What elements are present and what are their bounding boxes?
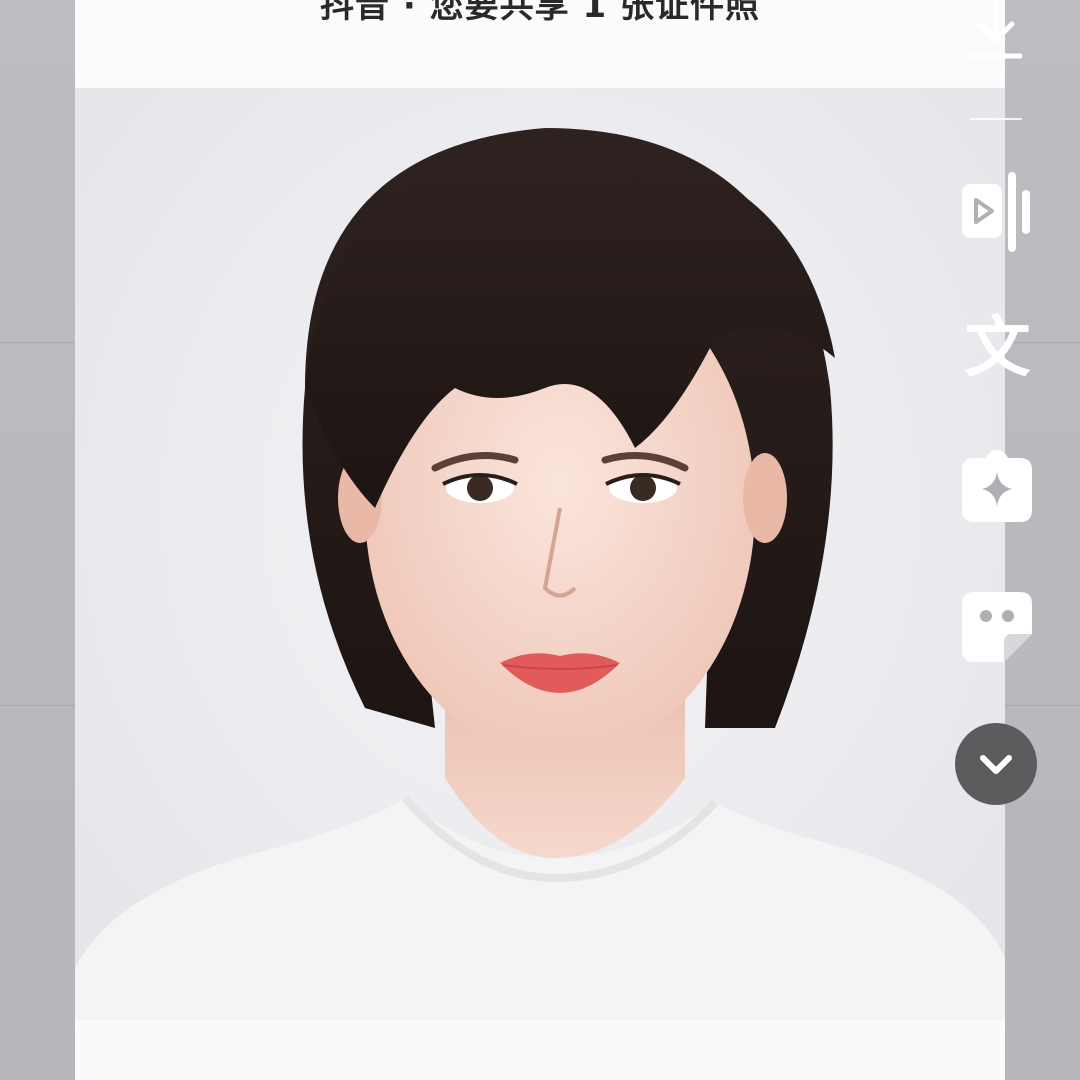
divider <box>1005 705 1080 706</box>
right-background-panel <box>1005 0 1080 1080</box>
sticker-icon[interactable] <box>960 590 1034 664</box>
sparkle-icon[interactable] <box>958 450 1036 524</box>
divider <box>0 705 75 706</box>
scroll-down-button[interactable] <box>955 723 1037 805</box>
divider <box>0 342 75 343</box>
id-photo[interactable] <box>75 88 1005 1020</box>
shared-photo-card: 抖音 · 您要共享 1 张证件照 <box>75 0 1005 1080</box>
card-footer <box>75 1020 1005 1080</box>
card-header: 抖音 · 您要共享 1 张证件照 <box>75 0 1005 88</box>
translate-icon[interactable]: 文 <box>960 308 1035 388</box>
left-background-panel <box>0 0 75 1080</box>
portrait-illustration <box>75 128 1005 1020</box>
chevron-down-icon <box>980 755 1012 774</box>
page-title: 抖音 · 您要共享 1 张证件照 <box>320 0 760 26</box>
download-icon[interactable] <box>966 0 1026 64</box>
split-view-icon[interactable] <box>958 172 1036 252</box>
rail-divider <box>970 118 1022 120</box>
